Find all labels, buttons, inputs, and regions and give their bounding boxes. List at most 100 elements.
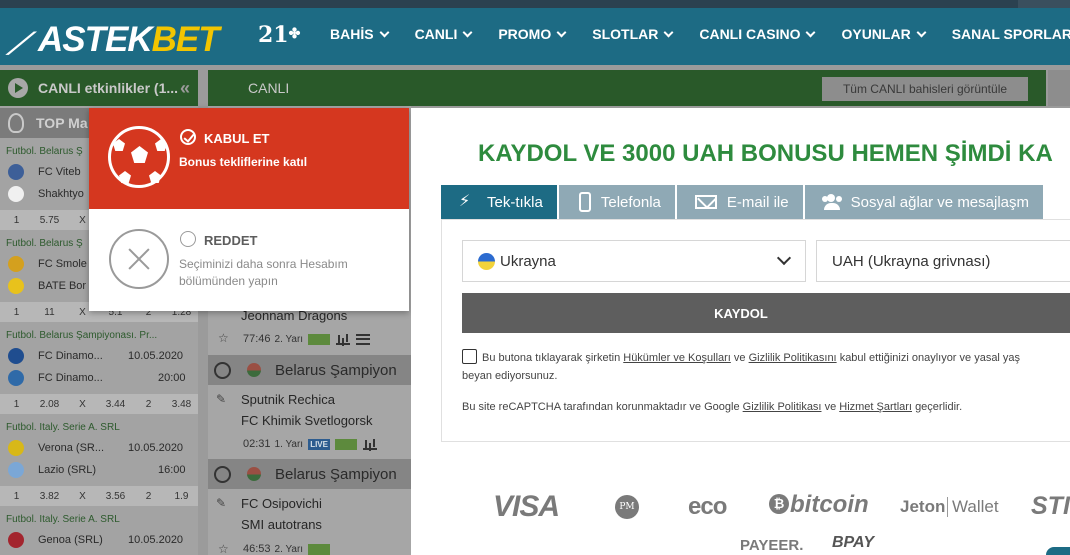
league-name[interactable]: Futbol. Italy. Serie A. SRL xyxy=(6,422,196,433)
main-nav: BAHİS CANLI PROMO SLOTLAR CANLI CASINO O… xyxy=(330,26,1070,42)
age-badge-text: 21 xyxy=(258,22,289,48)
view-all-live-label: Tüm CANLI bahisleri görüntüle xyxy=(842,82,1008,96)
live-badge[interactable]: LIVE xyxy=(308,438,331,450)
check-circle-icon xyxy=(180,129,196,145)
nav-label: BAHİS xyxy=(330,26,374,42)
google-privacy-link[interactable]: Gizlilik Politikası xyxy=(743,401,822,413)
match-date: 10.05.2020 xyxy=(128,350,184,362)
odds-value[interactable]: 2.08 xyxy=(33,399,66,410)
match-half: 2. Yarı xyxy=(274,333,304,345)
country-select[interactable]: Ukrayna xyxy=(462,240,806,282)
team-row[interactable]: Genoa (SRL) 10.05.2020 xyxy=(8,532,196,548)
tab-label: E-mail ile xyxy=(726,193,789,211)
odds-label: 2 xyxy=(145,398,152,410)
privacy-link[interactable]: Gizlilik Politikasını xyxy=(749,352,837,364)
view-all-live-button[interactable]: Tüm CANLI bahisleri görüntüle xyxy=(822,77,1028,101)
terms-text: beyan ediyorsunuz. xyxy=(462,370,558,382)
terms-link[interactable]: Hükümler ve Koşulları xyxy=(623,352,731,364)
captcha-text: ve xyxy=(824,401,837,413)
team-name: Shakhtyo xyxy=(38,188,84,200)
sticpay-logo: STIC xyxy=(1031,492,1070,520)
nav-canli-casino[interactable]: CANLI CASINO xyxy=(699,26,816,42)
registration-form: Ukrayna UAH (Ukrayna grivnası) KAYDOL Bu… xyxy=(441,219,1070,442)
mail-icon xyxy=(694,195,717,209)
team-row[interactable]: Lazio (SRL) 16:00 xyxy=(8,462,196,478)
nav-sanal-sporlar[interactable]: SANAL SPORLAR xyxy=(952,26,1070,42)
team-name[interactable]: FC Khimik Svetlogorsk xyxy=(241,413,372,428)
close-circle-icon[interactable] xyxy=(109,229,169,289)
scoreboard-icon[interactable] xyxy=(308,333,331,345)
team-name: BATE Bor xyxy=(38,280,87,292)
league-name[interactable]: Futbol. Italy. Serie A. SRL xyxy=(6,514,196,525)
ball-panel xyxy=(149,171,161,183)
visa-logo: VISA xyxy=(493,490,560,523)
ecopayz-logo: eco xyxy=(688,493,727,520)
team-name[interactable]: FC Osipovichi xyxy=(241,496,322,511)
league-header[interactable]: Belarus Şampiyon xyxy=(208,459,411,489)
match-date: 10.05.2020 xyxy=(128,442,184,454)
team-crest-icon xyxy=(8,532,24,548)
odds-value[interactable]: 5.75 xyxy=(33,215,66,226)
team-name[interactable]: Sputnik Rechica xyxy=(241,392,335,407)
nav-oyunlar[interactable]: OYUNLAR xyxy=(841,26,927,42)
tab-label: Tek-tıkla xyxy=(487,193,543,211)
odds-value[interactable]: 3.44 xyxy=(99,399,132,410)
odds-value[interactable]: 1.9 xyxy=(165,491,198,502)
odds-value[interactable]: 3.48 xyxy=(165,399,198,410)
team-name[interactable]: SMI autotrans xyxy=(241,517,322,532)
ball-panel xyxy=(113,139,125,151)
google-terms-link[interactable]: Hizmet Şartları xyxy=(839,401,912,413)
live-events-header[interactable]: CANLI etkinlikler (1... « xyxy=(0,70,198,106)
nav-slotlar[interactable]: SLOTLAR xyxy=(592,26,674,42)
odds-value[interactable]: 3.82 xyxy=(33,491,66,502)
tab-social[interactable]: Sosyal ağlar ve mesajlaşm xyxy=(804,185,1043,219)
team-row[interactable]: Verona (SR... 10.05.2020 xyxy=(8,440,196,456)
country-value: Ukrayna xyxy=(500,252,556,270)
scoreboard-icon[interactable] xyxy=(308,543,331,555)
accept-title: KABUL ET xyxy=(204,131,270,146)
favorite-star-icon[interactable]: ☆ xyxy=(218,331,229,345)
statistics-icon[interactable] xyxy=(363,439,378,450)
reject-radio[interactable] xyxy=(180,231,196,247)
reject-title[interactable]: REDDET xyxy=(204,233,257,248)
list-icon[interactable] xyxy=(356,333,371,345)
currency-select[interactable]: UAH (Ukrayna grivnası) xyxy=(816,240,1070,282)
nav-label: SLOTLAR xyxy=(592,26,659,42)
team-crest-icon xyxy=(8,440,24,456)
age-restriction-badge: 21✤ xyxy=(258,22,300,48)
team-name: FC Dinamo... xyxy=(38,350,103,362)
accept-bonus-option[interactable]: KABUL ET Bonus tekliflerine katıl xyxy=(89,108,409,209)
league-name[interactable]: Futbol. Belarus Şampiyonası. Pr... xyxy=(6,330,196,341)
tab-phone[interactable]: Telefonla xyxy=(558,185,675,219)
match-clock: 46:53 xyxy=(243,543,271,555)
league-header[interactable]: Belarus Şampiyon xyxy=(208,355,411,385)
nav-bahis[interactable]: BAHİS xyxy=(330,26,390,42)
nav-canli[interactable]: CANLI xyxy=(415,26,473,42)
live-events-title: CANLI etkinlikler (1... xyxy=(38,80,179,96)
double-chevron-left-icon[interactable]: « xyxy=(180,78,190,99)
favorite-star-icon[interactable]: ☆ xyxy=(218,542,229,555)
pin-icon[interactable]: ✎ xyxy=(216,392,226,406)
register-button[interactable]: KAYDOL xyxy=(462,293,1070,333)
team-row[interactable]: FC Dinamo... 20:00 xyxy=(8,370,196,386)
logo-brand-part1: ASTEK xyxy=(38,20,153,59)
team-crest-icon xyxy=(8,164,24,180)
team-row[interactable]: FC Dinamo... 10.05.2020 xyxy=(8,348,196,364)
team-name: FC Viteb xyxy=(38,166,81,178)
statistics-icon[interactable] xyxy=(336,334,351,345)
odds-value[interactable]: 11 xyxy=(33,307,66,318)
odds-label: 1 xyxy=(13,306,20,318)
odds-label: 1 xyxy=(13,490,20,502)
scoreboard-icon[interactable] xyxy=(335,438,358,450)
terms-checkbox[interactable] xyxy=(462,349,477,364)
tab-email[interactable]: E-mail ile xyxy=(676,185,803,219)
nav-promo[interactable]: PROMO xyxy=(498,26,567,42)
chevron-down-icon xyxy=(663,27,674,37)
pin-icon[interactable]: ✎ xyxy=(216,496,226,510)
registration-modal: KAYDOL VE 3000 UAH BONUSU HEMEN ŞİMDİ KA… xyxy=(411,108,1070,474)
chat-button[interactable] xyxy=(1046,547,1070,555)
odds-label: 2 xyxy=(145,490,152,502)
logo[interactable]: ⟋ ASTEKBET xyxy=(4,18,235,61)
tab-one-click[interactable]: Tek-tıkla xyxy=(441,185,557,219)
odds-value[interactable]: 3.56 xyxy=(99,491,132,502)
